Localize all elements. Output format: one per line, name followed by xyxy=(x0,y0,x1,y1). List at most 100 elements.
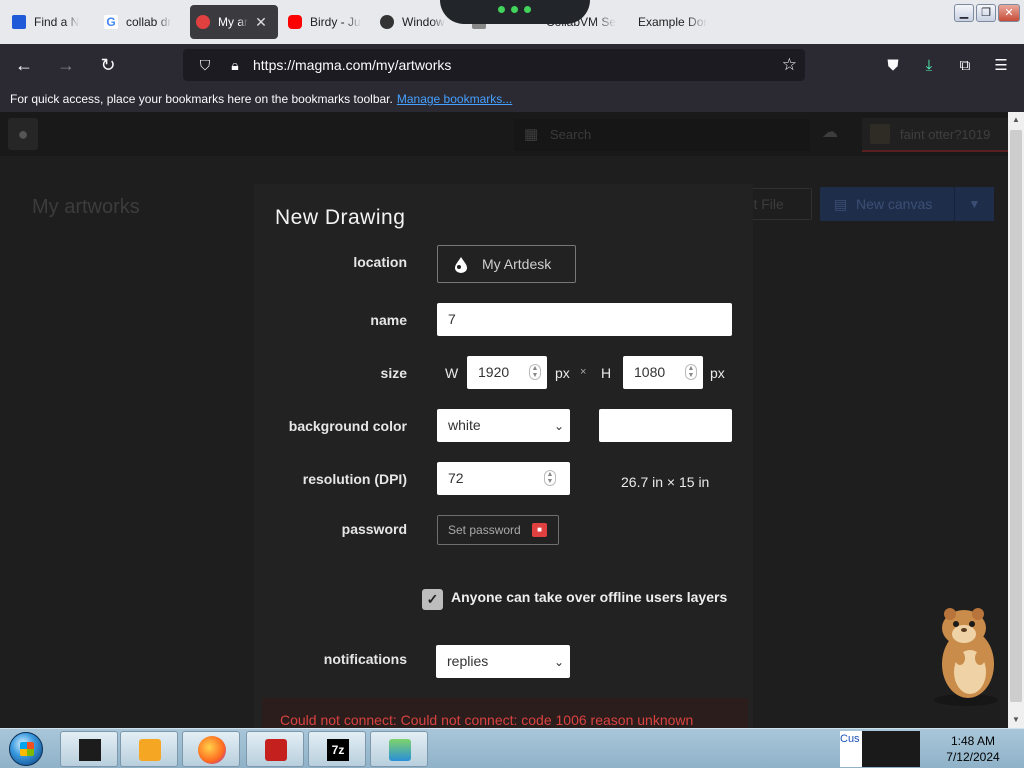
location-button[interactable]: My Artdesk xyxy=(437,245,576,283)
taskbar-media-player[interactable] xyxy=(120,731,178,767)
cube-icon xyxy=(79,739,101,761)
takeover-label[interactable]: Anyone can take over offline users layer… xyxy=(451,589,727,605)
taskbar-installer[interactable] xyxy=(370,731,428,767)
tray-icons[interactable] xyxy=(862,731,920,767)
tab-example[interactable]: Example Dor xyxy=(632,5,720,39)
forward-arrow-icon[interactable]: → xyxy=(48,49,84,81)
window-controls: ▁ ❐ ✕ xyxy=(954,4,1020,22)
magma-logo-icon[interactable]: ● xyxy=(8,118,38,150)
notifications-value: replies xyxy=(447,653,489,669)
height-letter: H xyxy=(601,365,612,381)
back-arrow-icon[interactable]: ← xyxy=(6,49,42,81)
width-letter: W xyxy=(445,365,459,381)
bookmarks-message: For quick access, place your bookmarks h… xyxy=(10,92,393,106)
tab-label: Window xyxy=(402,15,445,29)
overlay-notch xyxy=(440,0,590,24)
bookmarks-toolbar: For quick access, place your bookmarks h… xyxy=(0,86,1024,112)
scroll-up-icon[interactable]: ▲ xyxy=(1008,112,1024,128)
chevron-down-icon: ▼ xyxy=(968,197,981,211)
hamster-mascot-icon xyxy=(934,608,998,706)
extensions-icon[interactable]: ⧉ xyxy=(950,50,980,80)
new-canvas-dropdown[interactable]: ▼ xyxy=(954,187,994,221)
close-tab-icon[interactable]: ✕ xyxy=(252,13,270,31)
pocket-icon[interactable]: ⛊ xyxy=(878,50,908,80)
installer-icon xyxy=(389,739,411,761)
notifications-label: notifications xyxy=(323,651,407,667)
bookmark-star-icon[interactable]: ☆ xyxy=(782,55,797,75)
name-input[interactable]: 7 xyxy=(437,303,732,336)
lock-icon[interactable]: 🔒︎ xyxy=(223,57,247,74)
reload-icon[interactable]: ↻ xyxy=(90,49,126,81)
windows-taskbar: 7z Cus 1:48 AM 7/12/2024 xyxy=(0,728,1024,768)
height-spinner-icon[interactable]: ▲ ▼ xyxy=(685,364,697,380)
minimize-button[interactable]: ▁ xyxy=(954,4,974,22)
background-color-value: white xyxy=(448,417,481,433)
download-icon[interactable]: ⤓ xyxy=(914,50,944,80)
taskbar-acrobat[interactable] xyxy=(246,731,304,767)
media-player-icon xyxy=(139,739,161,761)
tray-label[interactable]: Cus xyxy=(840,731,862,767)
user-menu[interactable]: faint otter?1019 xyxy=(862,118,1008,152)
menu-icon[interactable]: ☰ xyxy=(986,50,1016,80)
takeover-checkbox[interactable]: ✓ xyxy=(422,589,443,610)
password-label: password xyxy=(341,521,407,537)
app-top-bar: ● ▦ Search ☁ faint otter?1019 xyxy=(0,112,1008,156)
location-label: location xyxy=(353,254,407,270)
scroll-thumb[interactable] xyxy=(1010,130,1022,702)
color-picker-input[interactable] xyxy=(599,409,732,442)
height-unit: px xyxy=(710,365,725,381)
taskbar-clock[interactable]: 1:48 AM 7/12/2024 xyxy=(930,733,1016,765)
print-dimensions: 26.7 in × 15 in xyxy=(621,474,710,490)
document-icon: ▤ xyxy=(834,196,848,212)
taskbar-firefox[interactable] xyxy=(182,731,240,767)
maximize-button[interactable]: ❐ xyxy=(976,4,996,22)
page-scrollbar[interactable]: ▲ ▼ xyxy=(1008,112,1024,728)
location-value: My Artdesk xyxy=(482,256,552,272)
new-drawing-dialog: New Drawing location My Artdesk name 7 s… xyxy=(254,184,753,728)
width-unit: px xyxy=(555,365,570,381)
page-content: ● ▦ Search ☁ faint otter?1019 My artwork… xyxy=(0,112,1008,728)
google-icon: G xyxy=(104,15,118,29)
resolution-spinner-icon[interactable]: ▲ ▼ xyxy=(544,470,556,486)
dominos-icon xyxy=(12,15,26,29)
height-input[interactable]: 1080 ▲ ▼ xyxy=(623,356,703,389)
tab-label: Example Dor xyxy=(638,15,708,29)
shield-icon[interactable]: ⛉ xyxy=(193,57,217,74)
width-input[interactable]: 1920 ▲ ▼ xyxy=(467,356,547,389)
background-color-select[interactable]: white ⌄ xyxy=(437,409,570,442)
search-input[interactable]: ▦ Search xyxy=(514,119,810,151)
url-bar[interactable]: ⛉ 🔒︎ https://magma.com/my/artworks ☆ xyxy=(183,49,805,81)
tab-my-artworks[interactable]: My ar ✕ xyxy=(190,5,278,39)
chevron-down-icon: ⌄ xyxy=(553,655,564,669)
tab-find[interactable]: Find a N xyxy=(6,5,94,39)
set-password-button[interactable]: Set password ■ xyxy=(437,515,559,545)
resolution-input[interactable]: 72 ▲ ▼ xyxy=(437,462,570,495)
height-value: 1080 xyxy=(634,364,666,380)
manage-bookmarks-link[interactable]: Manage bookmarks... xyxy=(397,92,512,106)
firefox-icon xyxy=(198,736,226,764)
notifications-select[interactable]: replies ⌄ xyxy=(436,645,570,678)
github-icon xyxy=(380,15,394,29)
times-sign: × xyxy=(580,366,587,378)
start-button[interactable] xyxy=(6,731,46,767)
scroll-down-icon[interactable]: ▼ xyxy=(1008,712,1024,728)
windows-logo-icon xyxy=(9,732,43,766)
tab-label: Birdy - Ju xyxy=(310,15,361,29)
cloud-icon[interactable]: ☁ xyxy=(822,122,838,142)
close-window-button[interactable]: ✕ xyxy=(998,4,1020,22)
connection-error: Could not connect: Could not connect: co… xyxy=(262,698,748,728)
taskbar-app-cube[interactable] xyxy=(60,731,118,767)
tab-label: Find a N xyxy=(34,15,80,29)
search-placeholder: Search xyxy=(550,127,592,142)
size-label: size xyxy=(380,365,407,381)
seven-zip-icon: 7z xyxy=(327,739,349,761)
clock-time: 1:48 AM xyxy=(950,734,996,748)
url-text[interactable]: https://magma.com/my/artworks xyxy=(253,57,451,73)
tab-birdy[interactable]: Birdy - Ju xyxy=(282,5,370,39)
tab-label: My ar xyxy=(218,15,248,29)
new-canvas-button[interactable]: ▤ New canvas xyxy=(820,187,954,221)
page-title: My artworks xyxy=(32,196,140,218)
width-spinner-icon[interactable]: ▲ ▼ xyxy=(529,364,541,380)
tab-collab[interactable]: G collab dr xyxy=(98,5,186,39)
taskbar-7zip[interactable]: 7z xyxy=(308,731,366,767)
